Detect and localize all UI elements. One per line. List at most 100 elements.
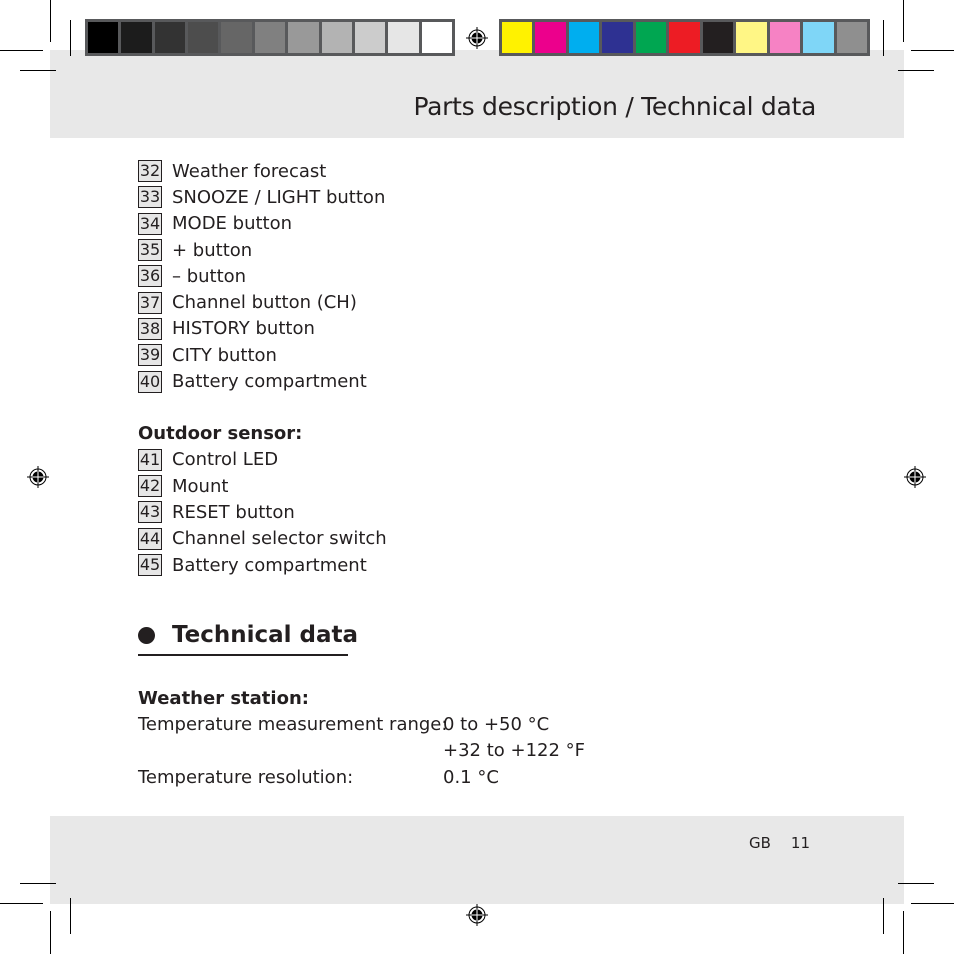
part-label: Weather forecast (172, 160, 327, 182)
crop-mark (70, 20, 71, 56)
spec-value: +32 to +122 °F (443, 740, 586, 762)
registration-mark-icon (27, 466, 49, 488)
crop-mark (883, 20, 884, 56)
list-item: 36 – button (138, 263, 838, 289)
spec-value: 0.1 °C (443, 766, 499, 788)
part-number: 45 (138, 554, 162, 576)
page-number: 11 (790, 834, 811, 852)
color-swatch (254, 22, 286, 53)
spec-row: +32 to +122 °F (138, 738, 838, 764)
part-number: 37 (138, 291, 162, 314)
color-swatch (736, 22, 767, 53)
list-item: 35 + button (138, 237, 838, 263)
list-item: 37 Channel button (CH) (138, 289, 838, 315)
part-label: CITY button (172, 344, 277, 366)
section-divider (138, 654, 348, 657)
color-swatch (154, 22, 186, 53)
color-calibration-bar (499, 19, 870, 56)
part-number: 43 (138, 501, 162, 524)
color-swatch (502, 22, 533, 53)
crop-mark (903, 911, 904, 954)
list-item: 39 CITY button (138, 342, 838, 368)
color-swatch (803, 22, 834, 53)
crop-mark (903, 0, 904, 42)
list-item: 41 Control LED (138, 447, 838, 473)
color-swatch (702, 22, 734, 53)
part-number: 34 (138, 212, 162, 235)
part-label: MODE button (172, 213, 293, 235)
part-label: SNOOZE / LIGHT button (172, 186, 386, 208)
page-title: Parts description / Technical data (413, 92, 817, 121)
color-swatch (288, 22, 319, 53)
bullet-icon (138, 626, 155, 644)
part-number: 33 (138, 186, 162, 209)
spec-label: Temperature measurement range: (138, 714, 448, 736)
page-footer: GB 11 (749, 834, 810, 852)
footer-band (50, 816, 904, 904)
list-item: 40 Battery compartment (138, 368, 838, 394)
registration-mark-icon (466, 27, 488, 49)
color-swatch (669, 22, 700, 53)
part-number: 44 (138, 527, 162, 550)
part-number: 36 (138, 265, 162, 288)
part-label: Control LED (172, 449, 279, 471)
color-swatch (421, 22, 452, 53)
part-number: 40 (138, 370, 162, 393)
part-number: 39 (138, 344, 162, 367)
part-label: RESET button (172, 501, 295, 523)
part-label: Channel selector switch (172, 528, 387, 550)
color-swatch (88, 22, 119, 53)
language-code: GB (749, 834, 771, 852)
color-swatch (535, 22, 566, 53)
part-number: 42 (138, 475, 162, 498)
list-item: 32 Weather forecast (138, 158, 838, 184)
part-label: Battery compartment (172, 371, 367, 393)
list-item: 45 Battery compartment (138, 552, 838, 578)
crop-mark (50, 911, 51, 954)
spec-row: Temperature resolution: 0.1 °C (138, 765, 838, 791)
list-item: 34 MODE button (138, 211, 838, 237)
crop-mark (898, 70, 934, 71)
outdoor-sensor-list: 41 Control LED 42 Mount 43 RESET button 44 C… (138, 447, 838, 578)
crop-mark (20, 883, 56, 884)
crop-mark (0, 50, 43, 51)
crop-mark (20, 70, 56, 71)
technical-data-heading: Technical data (138, 618, 838, 652)
color-swatch (635, 22, 667, 53)
spec-value: 0 to +50 °C (443, 714, 550, 736)
color-swatch (388, 22, 419, 53)
spec-label: Temperature resolution: (138, 766, 354, 788)
crop-mark (898, 883, 934, 884)
color-swatch (321, 22, 352, 53)
color-swatch (769, 22, 801, 53)
crop-mark (70, 898, 71, 934)
color-swatch (836, 22, 867, 53)
part-number: 41 (138, 448, 162, 471)
crop-mark (0, 903, 43, 904)
spec-table: Temperature measurement range: 0 to +50 °… (138, 712, 838, 791)
color-swatch (188, 22, 219, 53)
registration-mark-icon (904, 466, 926, 488)
list-item: 33 SNOOZE / LIGHT button (138, 184, 838, 210)
part-label: Channel button (CH) (172, 292, 357, 314)
outdoor-sensor-heading: Outdoor sensor: (138, 422, 303, 444)
crop-mark (50, 0, 51, 42)
spec-row: Temperature measurement range: 0 to +50 °… (138, 712, 838, 738)
section-title: Technical data (172, 622, 359, 649)
crop-mark (911, 50, 954, 51)
part-number: 32 (138, 160, 162, 183)
registration-mark-icon (466, 904, 488, 926)
part-label: HISTORY button (172, 318, 315, 340)
crop-mark (883, 898, 884, 934)
grayscale-calibration-bar (85, 19, 455, 56)
color-swatch (568, 22, 600, 53)
page-content: 32 Weather forecast 33 SNOOZE / LIGHT butt… (138, 158, 838, 791)
parts-list: 32 Weather forecast 33 SNOOZE / LIGHT butt… (138, 158, 838, 395)
part-label: + button (172, 239, 253, 261)
list-item: 42 Mount (138, 473, 838, 499)
part-label: Mount (172, 475, 229, 497)
list-item: 43 RESET button (138, 499, 838, 525)
part-number: 35 (138, 239, 162, 262)
part-label: – button (172, 265, 247, 287)
color-swatch (354, 22, 386, 53)
